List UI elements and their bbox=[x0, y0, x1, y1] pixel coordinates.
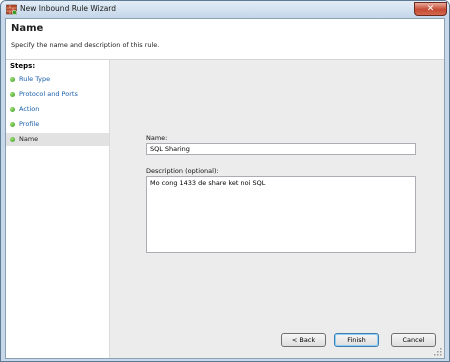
content-pane: Name: Description (optional): Mo cong 14… bbox=[110, 60, 444, 358]
step-label: Profile bbox=[19, 120, 40, 128]
title-bar[interactable]: New Inbound Rule Wizard ✕ bbox=[1, 1, 449, 18]
step-complete-icon bbox=[10, 107, 15, 112]
cancel-button[interactable]: Cancel bbox=[391, 333, 436, 347]
step-rule-type[interactable]: Rule Type bbox=[6, 73, 109, 86]
description-field[interactable]: Mo cong 1433 de share ket noi SQL bbox=[146, 176, 416, 253]
step-protocol-and-ports[interactable]: Protocol and Ports bbox=[6, 88, 109, 101]
step-current-icon bbox=[10, 137, 15, 142]
page-title: Name bbox=[11, 23, 44, 34]
step-complete-icon bbox=[10, 92, 15, 97]
wizard-header: Name Specify the name and description of… bbox=[6, 19, 444, 60]
step-profile[interactable]: Profile bbox=[6, 118, 109, 131]
step-label: Protocol and Ports bbox=[19, 90, 78, 98]
step-label: Name bbox=[19, 135, 39, 143]
firewall-icon bbox=[6, 4, 17, 15]
step-name: Name bbox=[6, 133, 109, 146]
resize-grip-icon[interactable] bbox=[434, 348, 442, 356]
close-icon: ✕ bbox=[426, 4, 435, 14]
wizard-window: New Inbound Rule Wizard ✕ Name Specify t… bbox=[0, 0, 450, 362]
back-button[interactable]: < Back bbox=[281, 333, 326, 347]
step-label: Rule Type bbox=[19, 75, 51, 83]
step-complete-icon bbox=[10, 77, 15, 82]
description-label: Description (optional): bbox=[146, 167, 219, 175]
step-complete-icon bbox=[10, 122, 15, 127]
page-subtitle: Specify the name and description of this… bbox=[11, 41, 160, 49]
steps-heading: Steps: bbox=[10, 62, 36, 70]
window-title: New Inbound Rule Wizard bbox=[20, 4, 116, 13]
name-label: Name: bbox=[146, 134, 168, 142]
step-label: Action bbox=[19, 105, 40, 113]
step-action[interactable]: Action bbox=[6, 103, 109, 116]
close-button[interactable]: ✕ bbox=[414, 2, 447, 16]
wizard-body: Name Specify the name and description of… bbox=[5, 18, 445, 359]
steps-pane: Steps: Rule Type Protocol and Ports Acti… bbox=[6, 60, 110, 358]
name-field[interactable] bbox=[146, 143, 416, 155]
finish-button[interactable]: Finish bbox=[334, 333, 379, 347]
